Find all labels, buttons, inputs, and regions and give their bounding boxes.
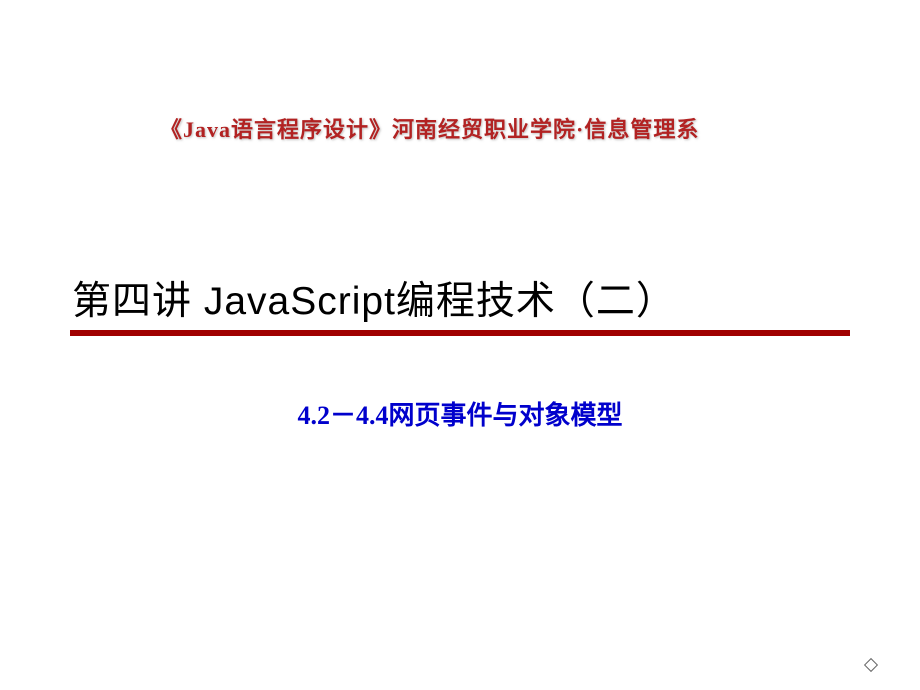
slide-subtitle: 4.2－4.4网页事件与对象模型 [0, 395, 920, 432]
slide-title: 第四讲 JavaScript编程技术（二） [72, 270, 848, 326]
course-header: 《Java语言程序设计》河南经贸职业学院·信息管理系 [160, 112, 699, 144]
title-underline [70, 330, 850, 336]
footer-decoration-icon [864, 658, 878, 672]
